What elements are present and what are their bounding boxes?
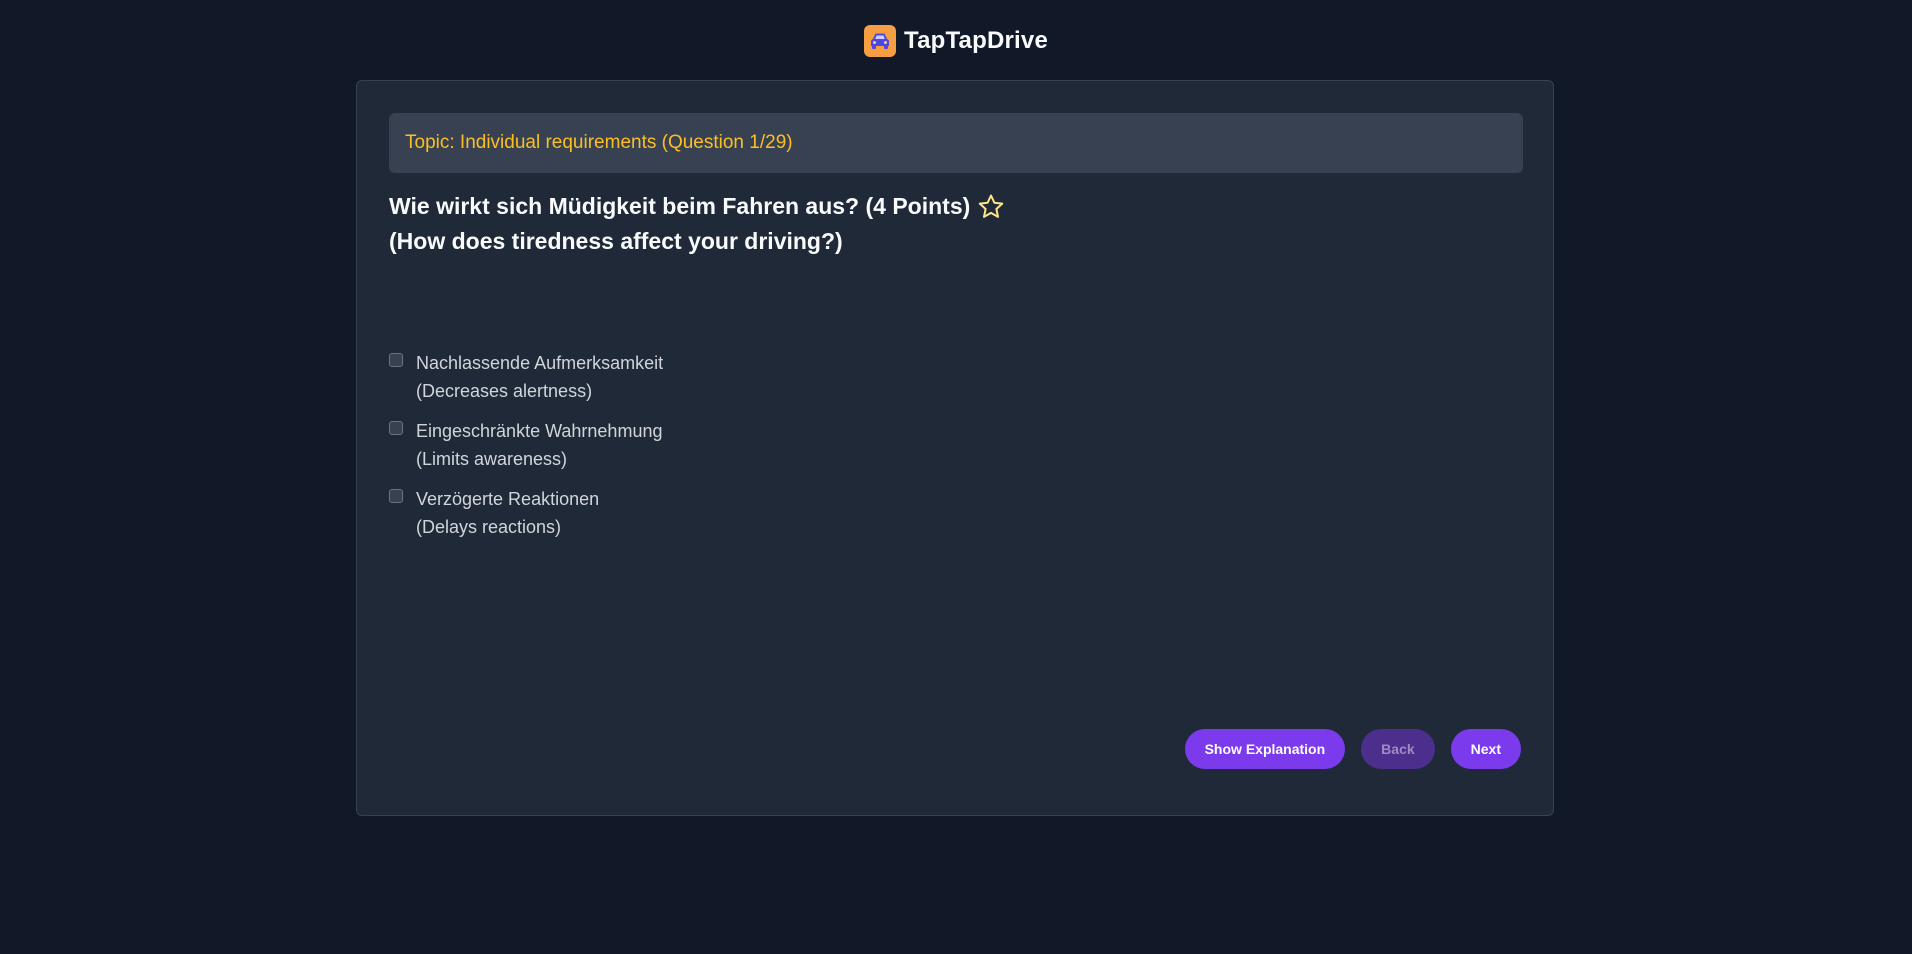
question-german: Wie wirkt sich Müdigkeit beim Fahren aus… [389, 193, 971, 219]
answer-german: Verzögerte Reaktionen [416, 489, 600, 509]
answer-german: Eingeschränkte Wahrnehmung [416, 421, 663, 441]
topic-banner: Topic: Individual requirements (Question… [389, 113, 1523, 173]
answer-option[interactable]: Nachlassende Aufmerksamkeit (Decreases a… [389, 349, 1489, 405]
car-icon [863, 25, 896, 57]
next-button[interactable]: Next [1450, 729, 1521, 769]
answer-list: Nachlassende Aufmerksamkeit (Decreases a… [389, 349, 1489, 553]
back-button[interactable]: Back [1361, 729, 1435, 769]
question-block: Wie wirkt sich Müdigkeit beim Fahren aus… [389, 189, 1523, 259]
question-english: (How does tiredness affect your driving?… [389, 228, 843, 254]
answer-english: (Decreases alertness) [416, 381, 593, 401]
star-outline-icon[interactable] [976, 192, 1006, 222]
question-card: Topic: Individual requirements (Question… [356, 80, 1554, 816]
app-header: TapTapDrive [0, 24, 1912, 58]
answer-english: (Limits awareness) [416, 449, 568, 469]
show-explanation-button[interactable]: Show Explanation [1184, 729, 1346, 769]
action-buttons: Show Explanation Back Next [1184, 729, 1521, 769]
app-title: TapTapDrive [903, 27, 1048, 54]
answer-checkbox[interactable] [389, 353, 403, 367]
question-german-row: Wie wirkt sich Müdigkeit beim Fahren aus… [389, 189, 1523, 224]
answer-checkbox[interactable] [389, 421, 403, 435]
answer-german: Nachlassende Aufmerksamkeit [416, 353, 664, 373]
answer-option[interactable]: Verzögerte Reaktionen (Delays reactions) [389, 485, 1489, 541]
answer-option[interactable]: Eingeschränkte Wahrnehmung (Limits aware… [389, 417, 1489, 473]
answer-checkbox[interactable] [389, 489, 403, 503]
answer-english: (Delays reactions) [416, 517, 562, 537]
